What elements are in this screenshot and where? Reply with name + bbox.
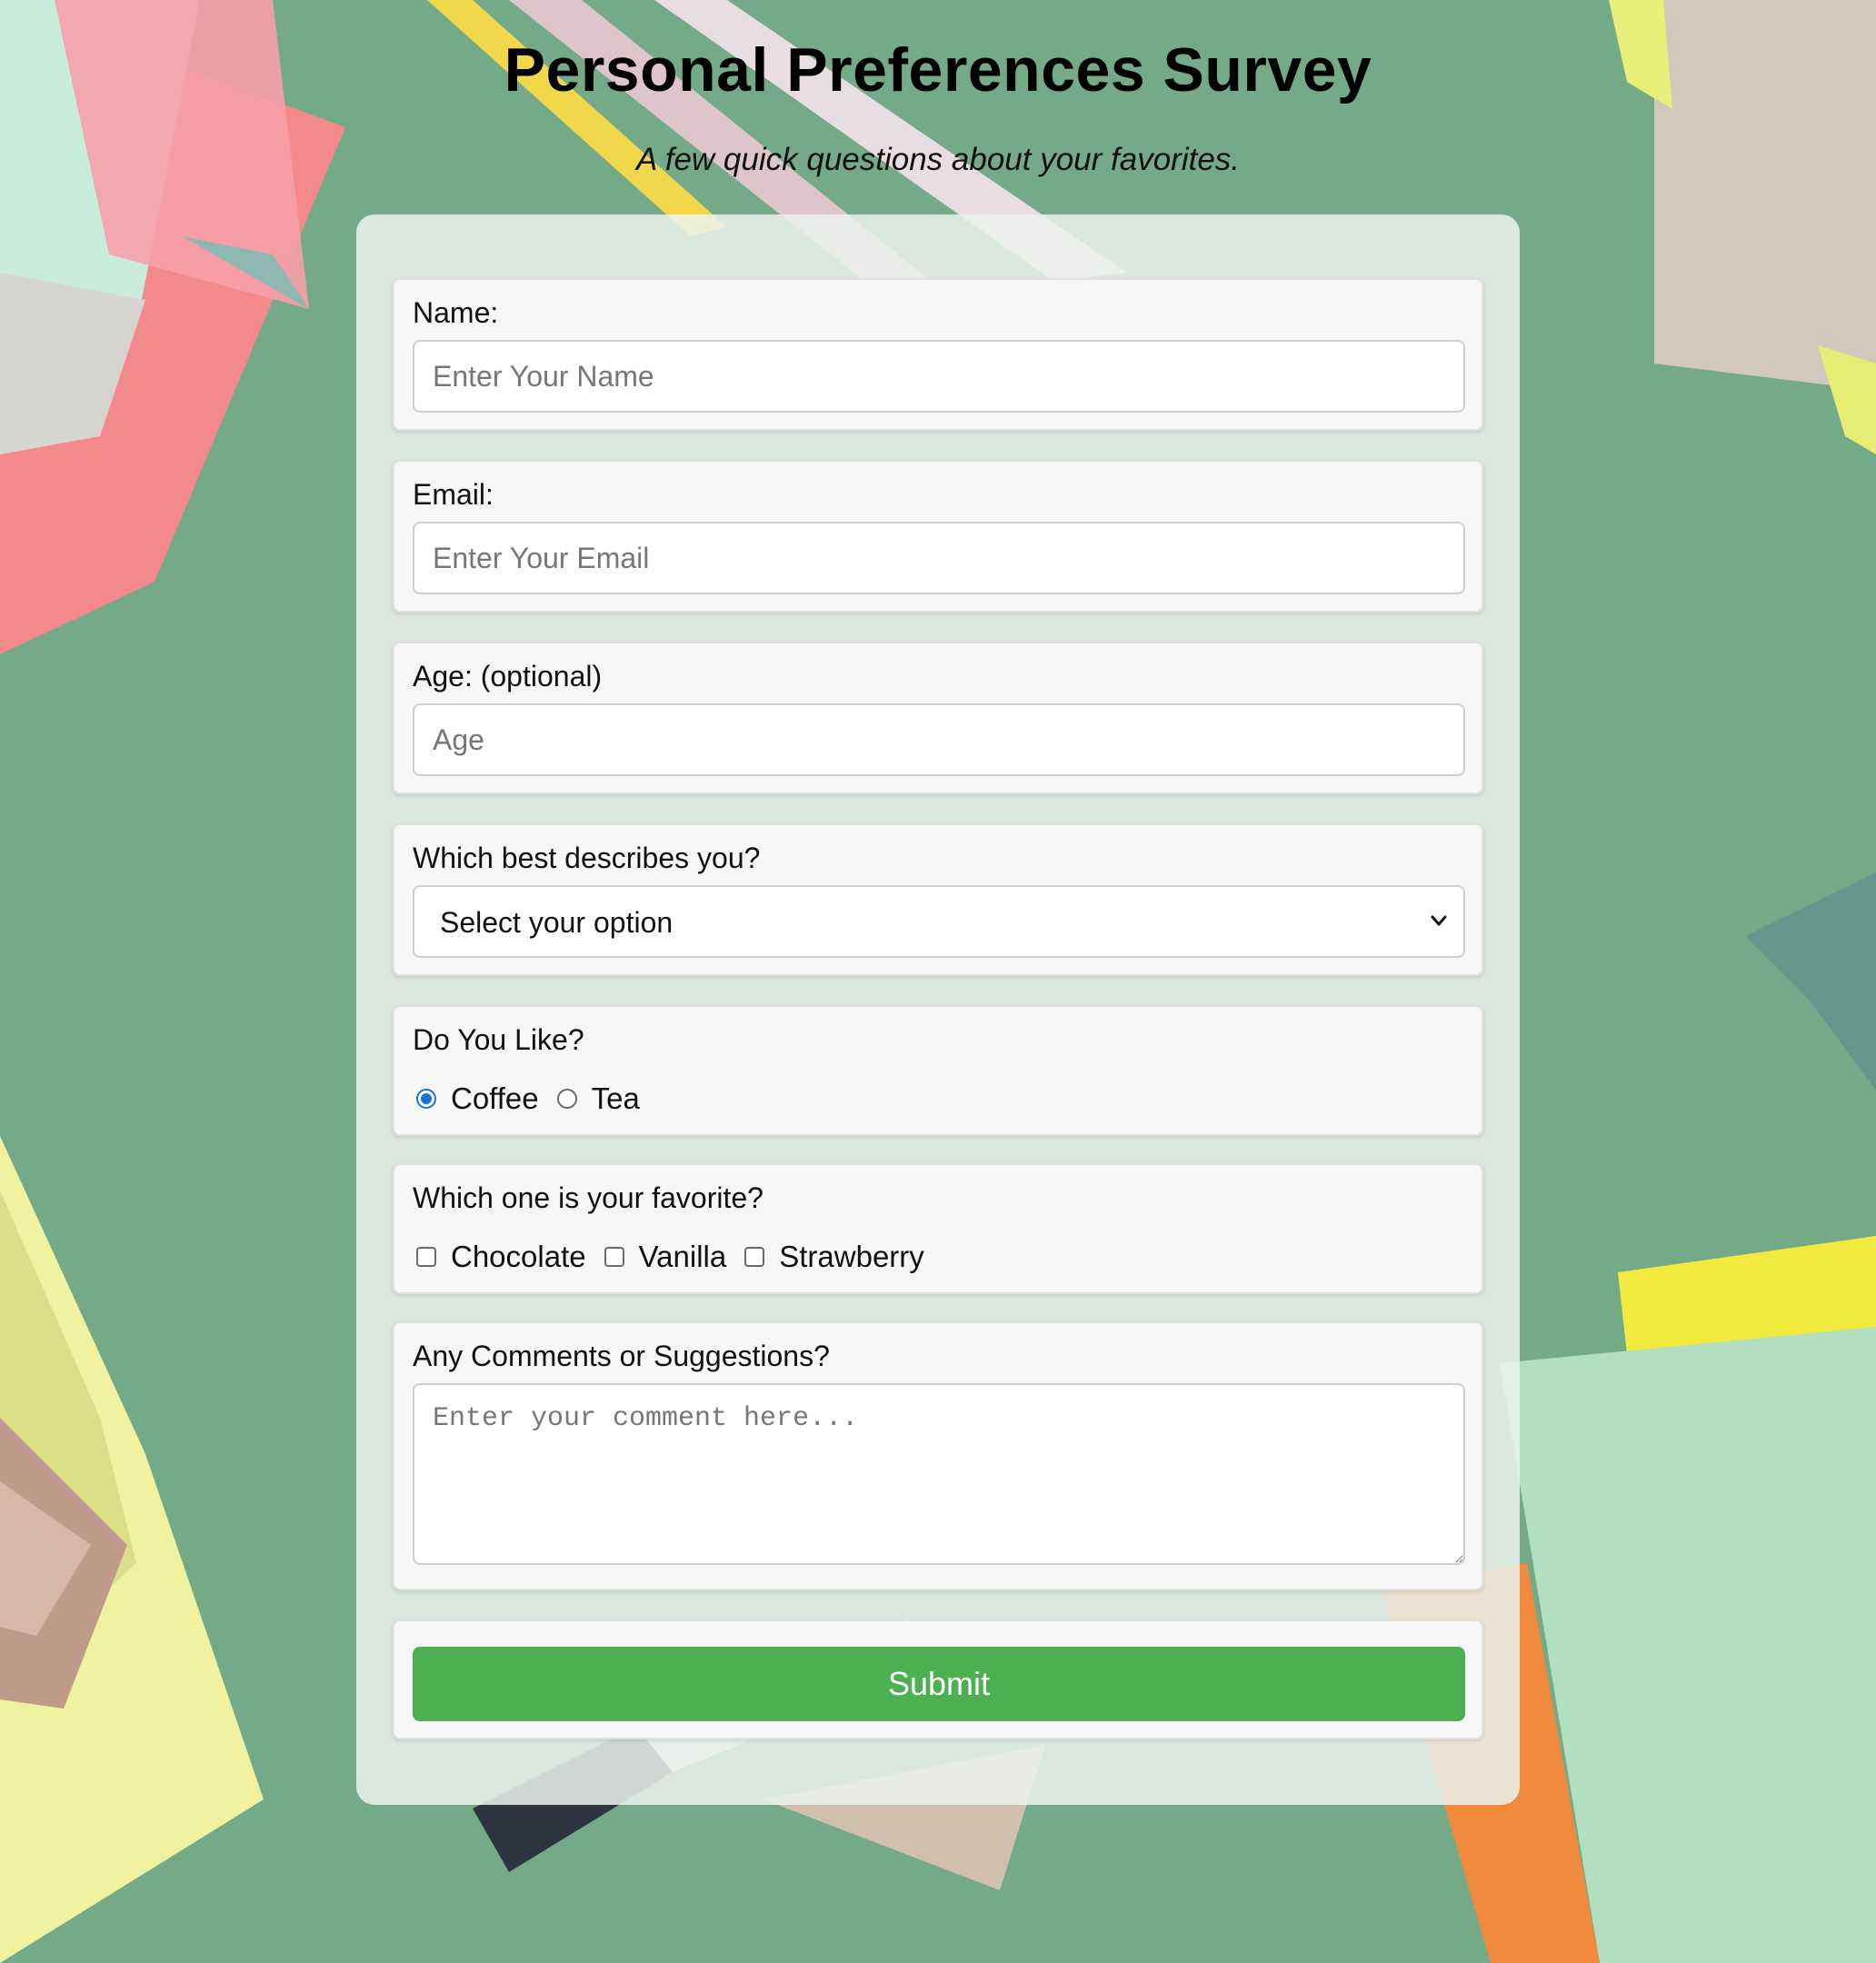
coffee-radio[interactable]	[416, 1089, 436, 1109]
drink-options: Coffee Tea	[416, 1081, 658, 1116]
tea-label[interactable]: Tea	[592, 1081, 640, 1116]
chocolate-checkbox[interactable]	[416, 1247, 436, 1267]
email-section: Email:	[393, 460, 1483, 613]
chevron-down-icon	[1431, 915, 1447, 926]
tea-radio[interactable]	[556, 1089, 577, 1109]
email-input[interactable]	[413, 522, 1465, 594]
coffee-label[interactable]: Coffee	[451, 1081, 539, 1116]
survey-form: Name: Email: Age: (optional) Which best …	[356, 214, 1520, 1805]
comments-textarea[interactable]	[413, 1383, 1465, 1565]
name-input[interactable]	[413, 340, 1465, 413]
comments-section: Any Comments or Suggestions?	[393, 1321, 1483, 1590]
submit-button[interactable]: Submit	[413, 1647, 1465, 1721]
vanilla-label[interactable]: Vanilla	[639, 1240, 727, 1274]
age-input[interactable]	[413, 703, 1465, 776]
submit-section: Submit	[393, 1619, 1483, 1739]
drink-section: Do You Like? Coffee Tea	[393, 1005, 1483, 1136]
page-subtitle: A few quick questions about your favorit…	[635, 142, 1241, 177]
describe-section: Which best describes you? Select your op…	[393, 823, 1483, 976]
describe-label: Which best describes you?	[413, 842, 761, 874]
drink-label: Do You Like?	[413, 1023, 584, 1056]
name-section: Name:	[393, 278, 1483, 431]
describe-selected-value: Select your option	[440, 906, 674, 939]
comments-label: Any Comments or Suggestions?	[413, 1340, 830, 1372]
age-label: Age: (optional)	[413, 660, 603, 693]
strawberry-label[interactable]: Strawberry	[779, 1240, 924, 1274]
name-label: Name:	[413, 296, 499, 329]
age-section: Age: (optional)	[393, 642, 1483, 794]
chocolate-label[interactable]: Chocolate	[451, 1240, 586, 1274]
page-title: Personal Preferences Survey	[504, 35, 1372, 105]
strawberry-checkbox[interactable]	[744, 1247, 765, 1267]
favorite-label: Which one is your favorite?	[413, 1181, 763, 1214]
favorite-options: Chocolate Vanilla Strawberry	[416, 1240, 943, 1274]
vanilla-checkbox[interactable]	[604, 1247, 624, 1267]
describe-select[interactable]: Select your option	[413, 885, 1465, 958]
email-label: Email:	[413, 478, 494, 511]
favorite-section: Which one is your favorite? Chocolate Va…	[393, 1163, 1483, 1294]
